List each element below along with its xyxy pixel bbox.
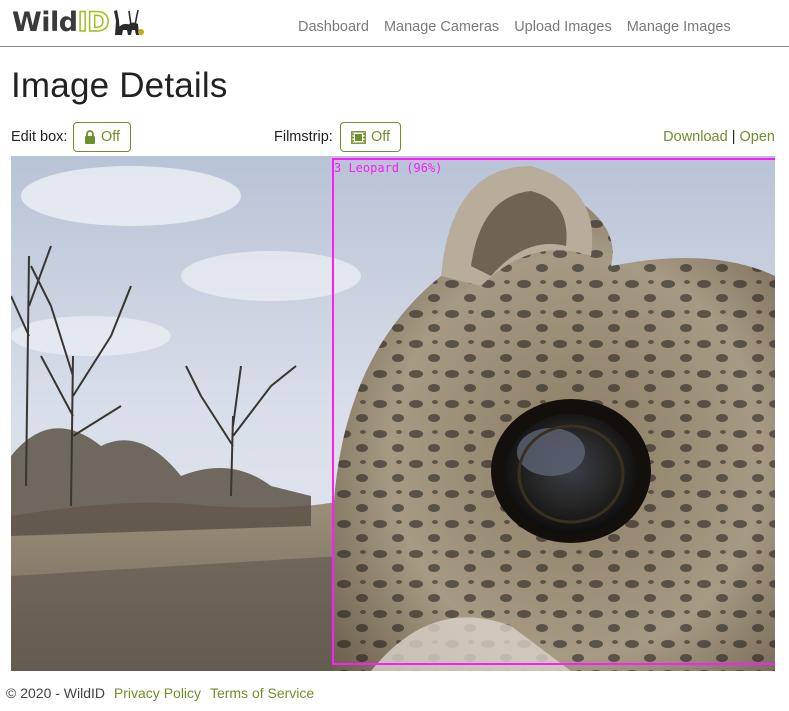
image-actions: Download | Open <box>663 129 775 145</box>
filmstrip-toggle-button[interactable]: Off <box>340 122 402 152</box>
nav-links: Dashboard Manage Cameras Upload Images M… <box>298 19 731 35</box>
nav-manage-cameras[interactable]: Manage Cameras <box>384 19 499 35</box>
footer-copyright: © 2020 - WildID <box>6 685 106 701</box>
link-separator: | <box>731 129 736 145</box>
filmstrip-state: Off <box>371 129 391 145</box>
nav-dashboard[interactable]: Dashboard <box>298 19 369 35</box>
filmstrip-label: Filmstrip: <box>274 129 333 145</box>
terms-of-service-link[interactable]: Terms of Service <box>210 685 314 701</box>
privacy-policy-link[interactable]: Privacy Policy <box>114 685 201 701</box>
page-title: Image Details <box>11 66 228 105</box>
logo-id-text: ID <box>77 6 110 39</box>
detection-bounding-box[interactable] <box>332 158 775 665</box>
edit-box-toggle-button[interactable]: Off <box>73 122 132 152</box>
lock-icon <box>85 130 95 144</box>
edit-box-label: Edit box: <box>11 129 68 145</box>
edit-box-state: Off <box>101 129 121 145</box>
wildlife-silhouettes-icon <box>114 9 145 35</box>
wildid-logo[interactable]: Wild ID <box>12 4 145 40</box>
camera-trap-image[interactable]: 3 Leopard (96%) <box>11 156 775 671</box>
open-link[interactable]: Open <box>740 129 775 145</box>
nav-manage-images[interactable]: Manage Images <box>627 19 731 35</box>
navbar: Wild ID Dashboard Manage Cameras Upload … <box>0 0 789 47</box>
logo-wild-text: Wild <box>12 6 78 38</box>
footer: © 2020 - WildID Privacy Policy Terms of … <box>6 685 314 701</box>
download-link[interactable]: Download <box>663 129 728 145</box>
nav-upload-images[interactable]: Upload Images <box>514 19 612 35</box>
detection-label: 3 Leopard (96%) <box>334 161 443 175</box>
film-icon <box>351 130 366 144</box>
